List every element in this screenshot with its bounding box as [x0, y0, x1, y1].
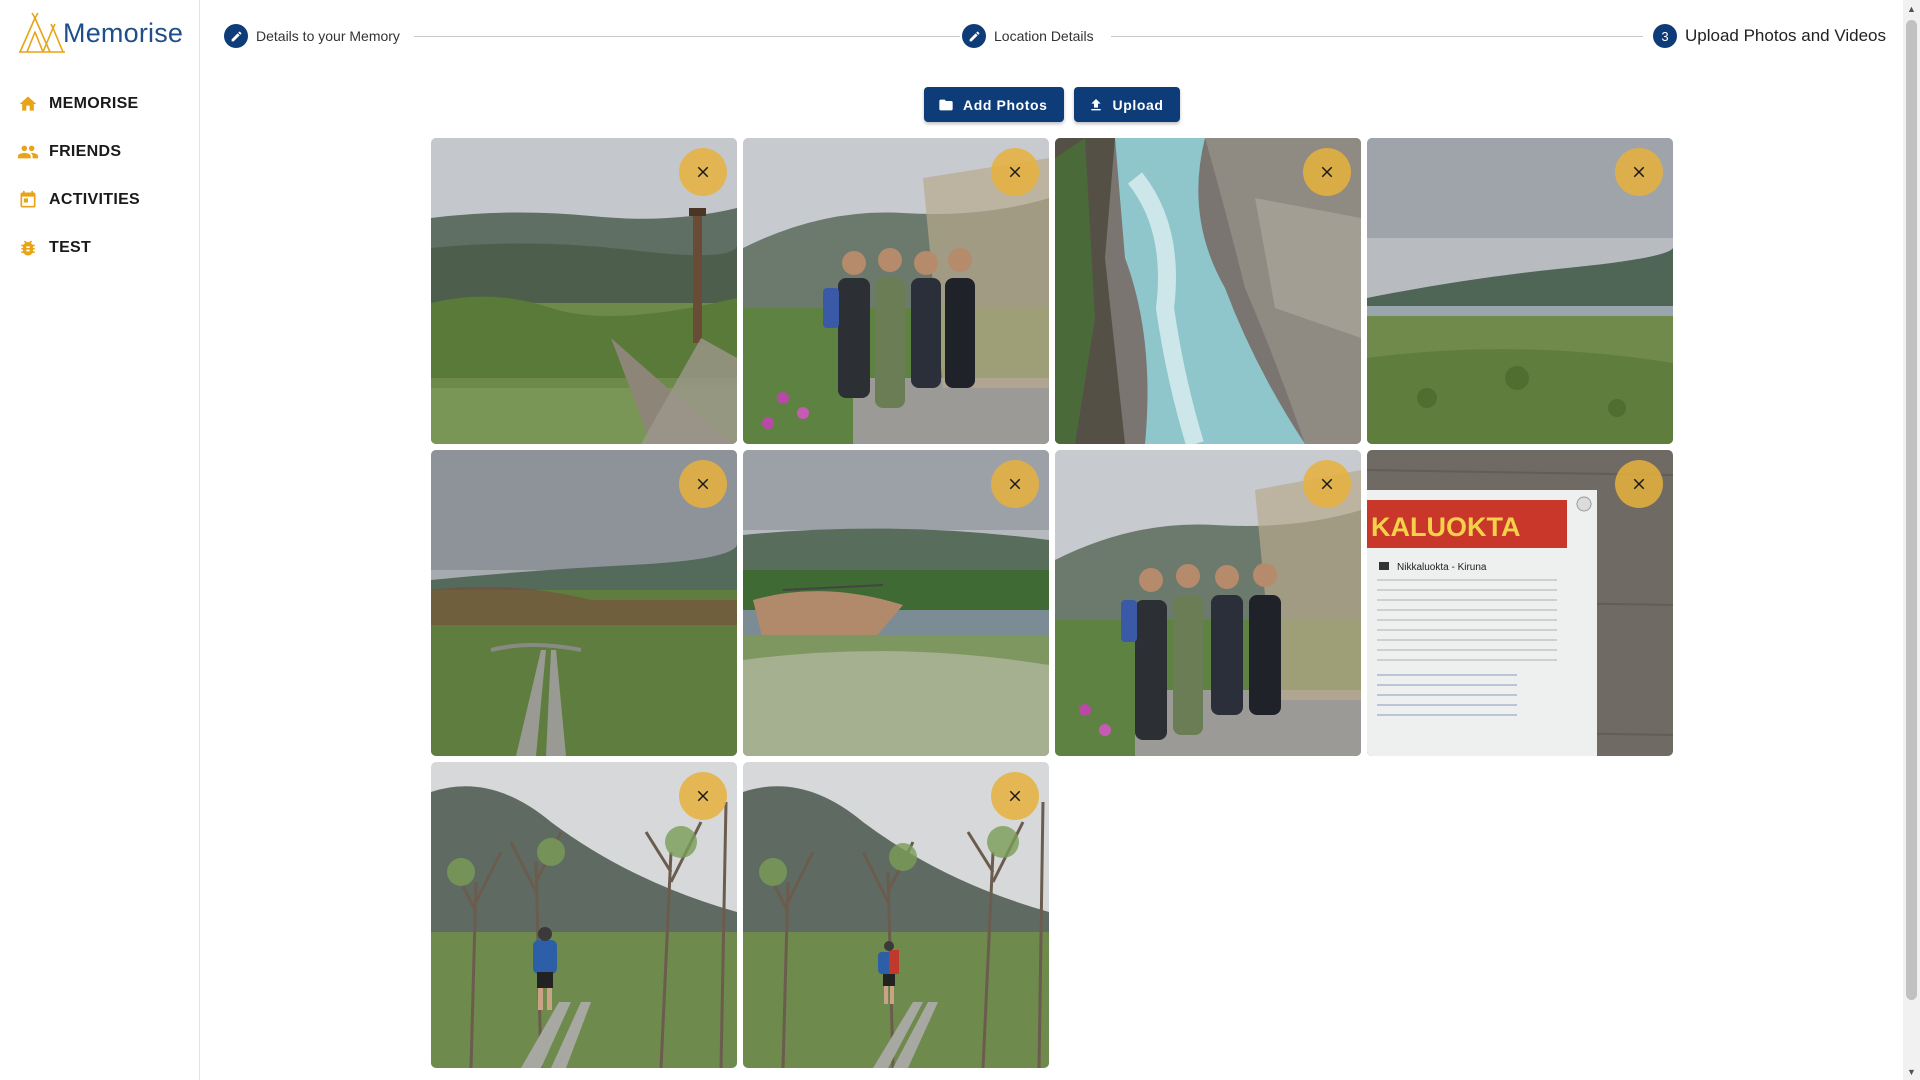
photo-tile[interactable]	[743, 138, 1049, 444]
photo-tile[interactable]: KALUOKTA Nikkaluokta - Kiruna	[1367, 450, 1673, 756]
stepper: Details to your Memory Location Details …	[224, 24, 1887, 48]
photo-tile[interactable]	[431, 762, 737, 1068]
pencil-icon	[962, 24, 986, 48]
sidebar-item-test[interactable]: TEST	[0, 224, 199, 272]
remove-photo-button[interactable]	[1303, 148, 1351, 196]
photo-tile[interactable]	[431, 450, 737, 756]
brand-name: Memorise	[63, 17, 184, 48]
remove-photo-button[interactable]	[1615, 148, 1663, 196]
sidebar-item-memorise[interactable]: MEMORISE	[0, 80, 199, 128]
close-icon	[697, 790, 709, 802]
tent-logo-icon	[19, 12, 65, 53]
step-connector	[1111, 36, 1643, 37]
sidebar-item-label: ACTIVITIES	[49, 191, 141, 208]
sidebar-item-activities[interactable]: ACTIVITIES	[0, 176, 199, 224]
calendar-icon	[17, 189, 39, 211]
upload-label: Upload	[1112, 96, 1164, 113]
close-icon	[697, 166, 709, 178]
remove-photo-button[interactable]	[991, 772, 1039, 820]
upload-actions: Add Photos Upload	[924, 87, 1180, 122]
step-label: Details to your Memory	[256, 28, 400, 44]
sidebar: Memorise MEMORISE FRIENDS ACTIVITIES TES…	[0, 0, 200, 1080]
photo-grid: KALUOKTA Nikkaluokta - Kiruna	[431, 138, 1673, 1068]
add-photos-button[interactable]: Add Photos	[924, 87, 1064, 122]
close-icon	[1633, 166, 1645, 178]
step-number-badge: 3	[1653, 24, 1677, 48]
brand-logo[interactable]: Memorise	[17, 12, 183, 54]
people-icon	[17, 141, 39, 163]
remove-photo-button[interactable]	[991, 460, 1039, 508]
pencil-icon	[224, 24, 248, 48]
step-connector	[414, 36, 962, 37]
sidebar-item-friends[interactable]: FRIENDS	[0, 128, 199, 176]
remove-photo-button[interactable]	[991, 148, 1039, 196]
close-icon	[1321, 166, 1333, 178]
folder-icon	[937, 96, 955, 114]
close-icon	[1633, 478, 1645, 490]
remove-photo-button[interactable]	[1615, 460, 1663, 508]
add-photos-label: Add Photos	[963, 96, 1048, 113]
step-upload[interactable]: 3 Upload Photos and Videos	[1651, 24, 1887, 48]
sign-route: Nikkaluokta - Kiruna	[1397, 562, 1487, 573]
photo-tile[interactable]	[431, 138, 737, 444]
upload-icon	[1087, 96, 1105, 114]
photo-tile[interactable]	[743, 450, 1049, 756]
step-details[interactable]: Details to your Memory	[224, 24, 400, 48]
step-label: Location Details	[994, 28, 1094, 44]
sidebar-item-label: TEST	[49, 239, 92, 256]
close-icon	[1009, 166, 1021, 178]
remove-photo-button[interactable]	[679, 148, 727, 196]
step-location[interactable]: Location Details	[960, 24, 1094, 48]
photo-tile[interactable]	[1055, 450, 1361, 756]
close-icon	[1009, 790, 1021, 802]
home-icon	[17, 93, 39, 115]
step-label: Upload Photos and Videos	[1685, 26, 1887, 45]
photo-tile[interactable]	[1055, 138, 1361, 444]
remove-photo-button[interactable]	[679, 772, 727, 820]
sidebar-nav: MEMORISE FRIENDS ACTIVITIES TEST	[0, 80, 199, 272]
page-scrollbar[interactable]: ▲ ▼	[1903, 0, 1920, 1080]
sidebar-item-label: FRIENDS	[49, 143, 122, 160]
scroll-down-icon[interactable]: ▼	[1903, 1063, 1920, 1080]
scroll-up-icon[interactable]: ▲	[1903, 0, 1920, 17]
remove-photo-button[interactable]	[679, 460, 727, 508]
sidebar-item-label: MEMORISE	[49, 95, 139, 112]
close-icon	[1321, 478, 1333, 490]
upload-button[interactable]: Upload	[1073, 87, 1180, 122]
close-icon	[697, 478, 709, 490]
remove-photo-button[interactable]	[1303, 460, 1351, 508]
scrollbar-thumb[interactable]	[1906, 20, 1917, 1000]
sign-title: KALUOKTA	[1371, 512, 1520, 542]
close-icon	[1009, 478, 1021, 490]
photo-tile[interactable]	[1367, 138, 1673, 444]
bug-icon	[17, 237, 39, 259]
photo-tile[interactable]	[743, 762, 1049, 1068]
